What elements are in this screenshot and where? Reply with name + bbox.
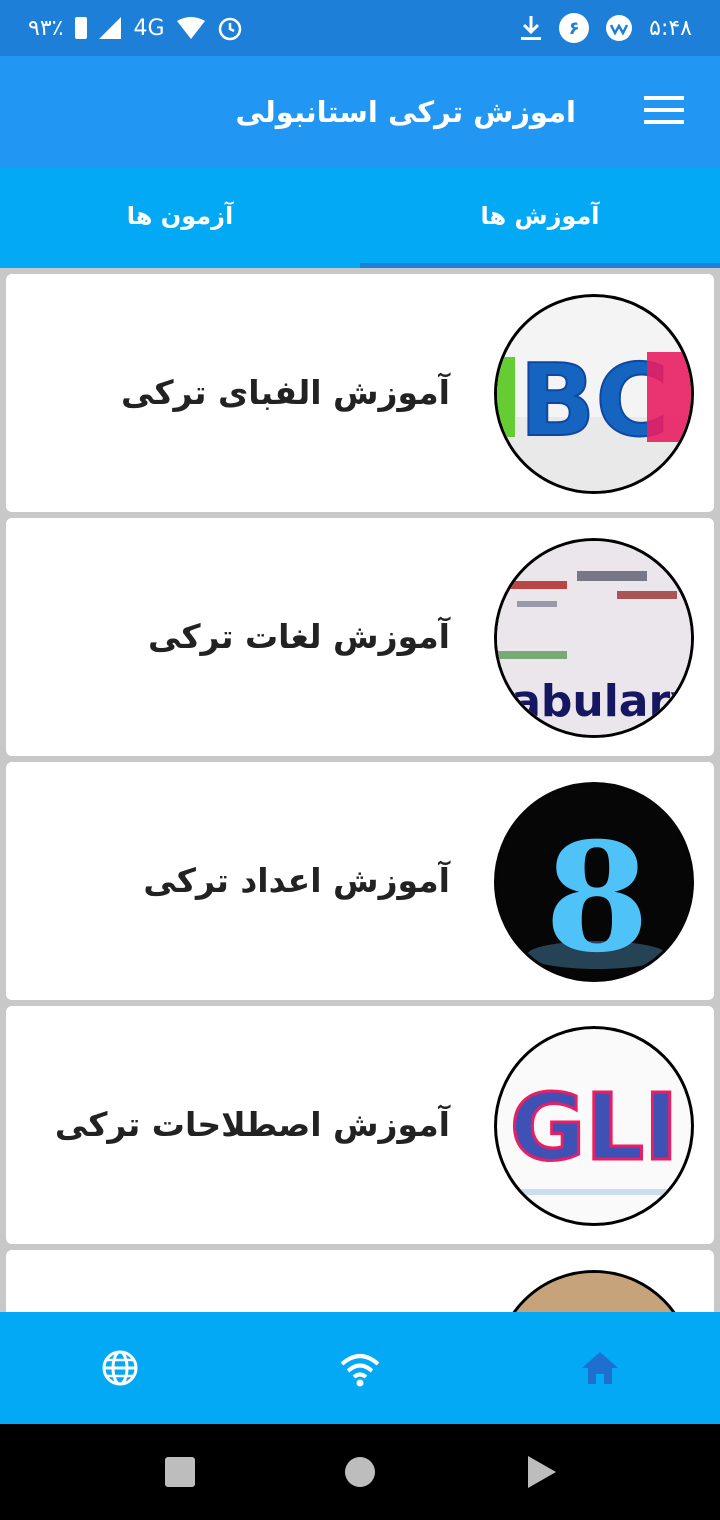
status-left: ۹۳٪ 4G: [28, 0, 243, 56]
partial-thumb-svg: [497, 1273, 691, 1312]
alarm-icon: [218, 17, 241, 41]
list-item-label: آموزش اعداد ترکی: [143, 861, 450, 900]
signal-icon: [99, 17, 122, 39]
app-bar: اموزش ترکی استانبولی: [0, 56, 720, 168]
alphabet-thumbnail: BC: [494, 294, 694, 494]
home-icon[interactable]: [576, 1344, 624, 1392]
hamburger-menu-icon[interactable]: [644, 96, 684, 126]
app-notification-icon: [606, 15, 633, 41]
tab-quizzes[interactable]: آزمون ها: [0, 168, 360, 268]
numbers-thumb-text: 8: [545, 810, 649, 979]
system-navigation-bar: [0, 1424, 720, 1520]
list-item-idioms[interactable]: آموزش اصطلاحات ترکی GLI: [6, 1006, 714, 1244]
list-item-label: آموزش اصطلاحات ترکی: [54, 1105, 450, 1144]
tab-lessons[interactable]: آموزش ها: [360, 168, 720, 268]
list-item-label: آموزش لغات ترکی: [147, 617, 450, 656]
battery-percent: ۹۳٪: [28, 15, 64, 41]
clock: ۵:۴۸: [649, 15, 692, 41]
idioms-thumb-text: GLI: [510, 1074, 678, 1181]
download-icon: [521, 16, 542, 40]
vocabulary-thumbnail: cabulary: [494, 538, 694, 738]
status-bar: ۹۳٪ 4G ۶ ۵:۴۸: [0, 0, 720, 56]
app-title: اموزش ترکی استانبولی: [235, 95, 576, 129]
numbers-thumbnail: 8: [494, 782, 694, 982]
back-icon[interactable]: [526, 1454, 558, 1490]
wifi-icon[interactable]: [336, 1344, 384, 1392]
recents-icon[interactable]: [164, 1456, 196, 1488]
vocabulary-thumb-text: cabulary: [497, 676, 691, 727]
network-type: 4G: [133, 15, 165, 41]
list-item-alphabet[interactable]: آموزش الفبای ترکی BC: [6, 274, 714, 512]
wifi-status-icon: [176, 17, 205, 39]
partial-thumbnail: [494, 1270, 694, 1312]
battery-icon: [75, 17, 88, 39]
tab-bar: آموزش ها آزمون ها: [0, 168, 720, 268]
list-item-vocabulary[interactable]: آموزش لغات ترکی cabulary: [6, 518, 714, 756]
list-item-partial[interactable]: [6, 1250, 714, 1312]
globe-icon[interactable]: [96, 1344, 144, 1392]
lesson-list[interactable]: آموزش الفبای ترکی BC آموزش لغات ترکی cab…: [0, 268, 720, 1312]
alphabet-thumb-text: BC: [519, 342, 669, 459]
notification-badge: ۶: [559, 13, 590, 43]
home-button-icon[interactable]: [344, 1456, 376, 1488]
idioms-thumbnail: GLI: [494, 1026, 694, 1226]
list-item-numbers[interactable]: آموزش اعداد ترکی 8: [6, 762, 714, 1000]
status-right: ۶ ۵:۴۸: [519, 0, 692, 56]
list-item-label: آموزش الفبای ترکی: [120, 373, 450, 412]
